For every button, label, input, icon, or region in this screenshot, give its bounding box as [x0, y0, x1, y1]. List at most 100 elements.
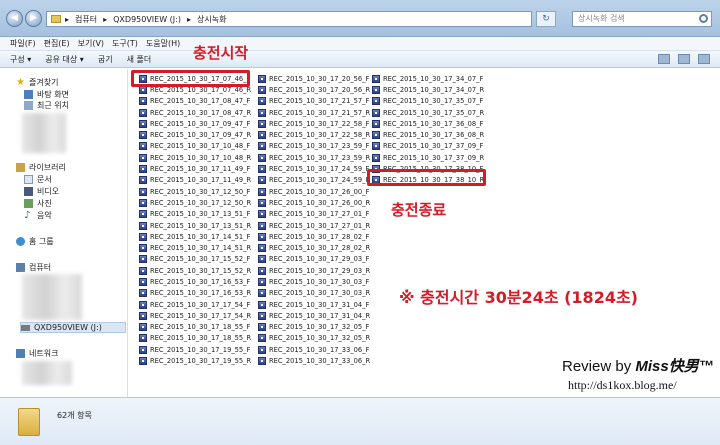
nav-desktop[interactable]: 바탕 화면: [24, 89, 69, 100]
search-input[interactable]: 상시녹화 검색: [572, 11, 712, 27]
file-item[interactable]: REC_2015_10_30_17_22_58_F: [258, 118, 370, 129]
file-name: REC_2015_10_30_17_15_52_F: [150, 255, 251, 264]
file-item[interactable]: REC_2015_10_30_17_16_53_F: [139, 276, 251, 287]
file-item[interactable]: REC_2015_10_30_17_19_55_R: [139, 355, 251, 366]
nav-pictures[interactable]: 사진: [24, 198, 52, 209]
file-item[interactable]: REC_2015_10_30_17_36_08_F: [372, 118, 484, 129]
file-item[interactable]: REC_2015_10_30_17_28_02_F: [258, 231, 370, 242]
file-name: REC_2015_10_30_17_08_47_R: [150, 108, 252, 117]
new-folder-button[interactable]: 새 폴더: [127, 54, 152, 65]
address-part-computer[interactable]: 컴퓨터: [75, 14, 97, 25]
file-item[interactable]: REC_2015_10_30_17_17_54_F: [139, 299, 251, 310]
file-item[interactable]: REC_2015_10_30_17_12_50_F: [139, 186, 251, 197]
file-item[interactable]: REC_2015_10_30_17_33_06_R: [258, 355, 370, 366]
file-item[interactable]: REC_2015_10_30_17_31_04_F: [258, 299, 370, 310]
nav-drive-selected[interactable]: QXD950VIEW (J:): [20, 322, 126, 333]
file-item[interactable]: REC_2015_10_30_17_11_49_F: [139, 163, 251, 174]
file-item[interactable]: REC_2015_10_30_17_21_57_R: [258, 107, 370, 118]
share-with-button[interactable]: 공유 대상 ▾: [45, 54, 84, 65]
nav-recent[interactable]: 최근 위치: [24, 100, 69, 111]
file-name: REC_2015_10_30_17_27_01_F: [269, 210, 370, 219]
video-file-icon: [258, 266, 266, 275]
file-item[interactable]: REC_2015_10_30_17_32_05_F: [258, 322, 370, 333]
file-item[interactable]: REC_2015_10_30_17_10_48_R: [139, 152, 251, 163]
recent-places-icon: [24, 101, 33, 110]
file-item[interactable]: REC_2015_10_30_17_30_03_R: [258, 288, 370, 299]
file-item[interactable]: REC_2015_10_30_17_32_05_R: [258, 333, 370, 344]
file-item[interactable]: REC_2015_10_30_17_31_04_R: [258, 310, 370, 321]
menu-file[interactable]: 파일(F): [10, 38, 36, 49]
file-name: REC_2015_10_30_17_31_04_R: [269, 311, 371, 320]
file-name: REC_2015_10_30_17_24_59_R: [269, 176, 371, 185]
nav-libraries[interactable]: 라이브러리: [16, 162, 66, 173]
menu-edit[interactable]: 편집(E): [44, 38, 70, 49]
file-item[interactable]: REC_2015_10_30_17_29_03_F: [258, 254, 370, 265]
back-button[interactable]: ◀: [6, 10, 23, 27]
file-item[interactable]: REC_2015_10_30_17_30_03_F: [258, 276, 370, 287]
file-item[interactable]: REC_2015_10_30_17_16_53_R: [139, 288, 251, 299]
nav-favorites[interactable]: ★ 즐겨찾기: [16, 77, 58, 88]
file-item[interactable]: REC_2015_10_30_17_10_48_F: [139, 141, 251, 152]
organize-button[interactable]: 구성 ▾: [10, 54, 31, 65]
address-bar[interactable]: ▸ 컴퓨터 ▸ QXD950VIEW (J:) ▸ 상시녹화: [46, 11, 532, 27]
file-item[interactable]: REC_2015_10_30_17_11_49_R: [139, 175, 251, 186]
file-item[interactable]: REC_2015_10_30_17_35_07_R: [372, 107, 484, 118]
file-item[interactable]: REC_2015_10_30_17_24_59_F: [258, 163, 370, 174]
file-item[interactable]: REC_2015_10_30_17_35_07_F: [372, 96, 484, 107]
menu-tools[interactable]: 도구(T): [112, 38, 138, 49]
file-item[interactable]: REC_2015_10_30_17_24_59_R: [258, 175, 370, 186]
file-item[interactable]: REC_2015_10_30_17_23_59_R: [258, 152, 370, 163]
nav-videos[interactable]: 비디오: [24, 186, 59, 197]
view-options-icon[interactable]: [658, 54, 670, 64]
nav-documents[interactable]: 문서: [24, 174, 52, 185]
file-item[interactable]: REC_2015_10_30_17_13_51_F: [139, 209, 251, 220]
file-item[interactable]: REC_2015_10_30_17_26_00_R: [258, 197, 370, 208]
file-item[interactable]: REC_2015_10_30_17_18_55_F: [139, 322, 251, 333]
file-item[interactable]: REC_2015_10_30_17_26_00_F: [258, 186, 370, 197]
file-item[interactable]: REC_2015_10_30_17_09_47_R: [139, 129, 251, 140]
nav-network[interactable]: 네트워크: [16, 348, 58, 359]
file-item[interactable]: REC_2015_10_30_17_22_58_R: [258, 129, 370, 140]
file-item[interactable]: REC_2015_10_30_17_14_51_F: [139, 231, 251, 242]
burn-button[interactable]: 굽기: [98, 54, 113, 65]
file-item[interactable]: REC_2015_10_30_17_20_56_F: [258, 73, 370, 84]
file-item[interactable]: REC_2015_10_30_17_08_47_F: [139, 96, 251, 107]
address-part-drive[interactable]: QXD950VIEW (J:): [113, 15, 181, 24]
file-item[interactable]: REC_2015_10_30_17_37_09_R: [372, 152, 484, 163]
file-item[interactable]: REC_2015_10_30_17_18_55_R: [139, 333, 251, 344]
file-item[interactable]: REC_2015_10_30_17_17_54_R: [139, 310, 251, 321]
refresh-button[interactable]: ↻: [536, 11, 556, 27]
file-name: REC_2015_10_30_17_28_02_F: [269, 232, 370, 241]
file-item[interactable]: REC_2015_10_30_17_27_01_F: [258, 209, 370, 220]
file-item[interactable]: REC_2015_10_30_17_37_09_F: [372, 141, 484, 152]
help-icon[interactable]: [698, 54, 710, 64]
file-item[interactable]: REC_2015_10_30_17_13_51_R: [139, 220, 251, 231]
video-file-icon: [258, 187, 266, 196]
forward-button[interactable]: ▶: [25, 10, 42, 27]
address-part-folder[interactable]: 상시녹화: [197, 14, 226, 25]
file-item[interactable]: REC_2015_10_30_17_23_59_F: [258, 141, 370, 152]
file-name: REC_2015_10_30_17_28_02_R: [269, 244, 371, 253]
nav-music[interactable]: ♪ 음악: [24, 210, 52, 221]
file-item[interactable]: REC_2015_10_30_17_08_47_R: [139, 107, 251, 118]
preview-pane-icon[interactable]: [678, 54, 690, 64]
file-item[interactable]: REC_2015_10_30_17_15_52_R: [139, 265, 251, 276]
file-item[interactable]: REC_2015_10_30_17_19_55_F: [139, 344, 251, 355]
file-item[interactable]: REC_2015_10_30_17_15_52_F: [139, 254, 251, 265]
menu-help[interactable]: 도움말(H): [146, 38, 180, 49]
nav-computer[interactable]: 컴퓨터: [16, 262, 51, 273]
file-item[interactable]: REC_2015_10_30_17_33_06_F: [258, 344, 370, 355]
file-item[interactable]: REC_2015_10_30_17_09_47_F: [139, 118, 251, 129]
file-item[interactable]: REC_2015_10_30_17_28_02_R: [258, 242, 370, 253]
file-item[interactable]: REC_2015_10_30_17_34_07_F: [372, 73, 484, 84]
menu-view[interactable]: 보기(V): [78, 38, 104, 49]
file-item[interactable]: REC_2015_10_30_17_21_57_F: [258, 96, 370, 107]
file-item[interactable]: REC_2015_10_30_17_34_07_R: [372, 84, 484, 95]
file-item[interactable]: REC_2015_10_30_17_29_03_R: [258, 265, 370, 276]
file-item[interactable]: REC_2015_10_30_17_27_01_R: [258, 220, 370, 231]
file-item[interactable]: REC_2015_10_30_17_12_50_R: [139, 197, 251, 208]
nav-homegroup[interactable]: 홈 그룹: [16, 236, 54, 247]
file-item[interactable]: REC_2015_10_30_17_20_56_R: [258, 84, 370, 95]
file-item[interactable]: REC_2015_10_30_17_14_51_R: [139, 242, 251, 253]
file-item[interactable]: REC_2015_10_30_17_36_08_R: [372, 129, 484, 140]
